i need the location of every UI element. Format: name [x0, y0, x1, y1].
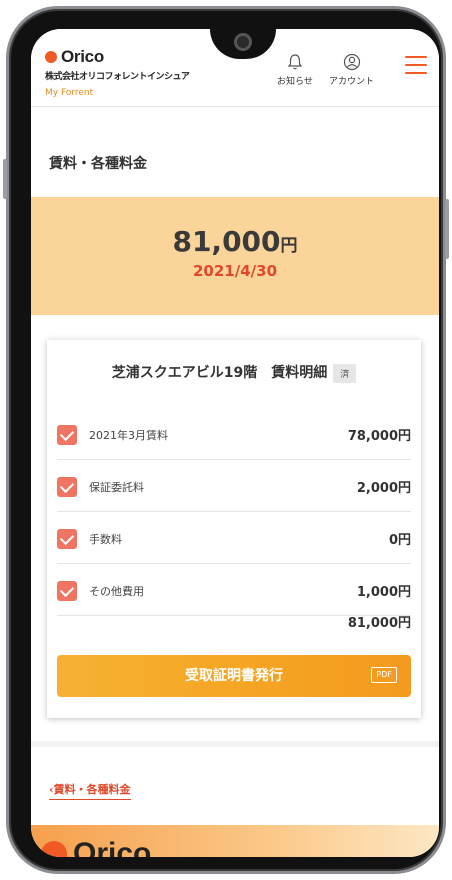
logo-dot: [45, 51, 57, 63]
currency-label: 円: [280, 236, 298, 256]
footer-banner: Orico: [31, 825, 439, 857]
account-button[interactable]: アカウント: [329, 53, 374, 87]
item-value: 2,000円: [356, 481, 411, 496]
issue-button-label: 受取証明書発行: [185, 668, 283, 684]
item-value: 78,000円: [347, 429, 411, 444]
account-icon: [343, 53, 360, 71]
bell-icon: [287, 54, 303, 70]
account-label: アカウント: [329, 77, 375, 87]
notifications-button[interactable]: お知らせ: [277, 53, 313, 87]
footer-logo: Orico: [41, 837, 151, 857]
item-value: 0円: [388, 533, 411, 548]
phone-frame: Orico 株式会社オリコフォレントインシュア My Forrent お知らせ: [3, 6, 449, 874]
back-link[interactable]: ‹賃料・各種料金: [49, 781, 131, 800]
camera: [234, 33, 252, 51]
issue-receipt-button[interactable]: 受取証明書発行 PDF: [57, 655, 411, 697]
checkbox-checked-icon[interactable]: [57, 425, 77, 445]
section-divider: [31, 741, 439, 747]
notifications-label: お知らせ: [277, 77, 313, 87]
footer-logo-word: Orico: [73, 837, 152, 857]
list-item: 保証委託料 2,000円: [57, 462, 411, 512]
total-value: 81,000円: [347, 616, 411, 631]
payment-summary: 81,000円 2021/4/30: [31, 197, 439, 315]
property-title: 芝浦スクエアビル19階 賃料明細: [111, 365, 328, 381]
item-label: 保証委託料: [89, 481, 144, 494]
list-item: その他費用 1,000円: [57, 566, 411, 616]
amount-value: 81,000: [172, 225, 281, 258]
status-badge: 済: [333, 363, 357, 383]
checkbox-checked-icon[interactable]: [57, 581, 77, 601]
volume-button: [3, 159, 7, 199]
list-item: 手数料 0円: [57, 514, 411, 564]
item-value: 1,000円: [356, 585, 411, 600]
hamburger-menu-icon[interactable]: [405, 56, 427, 74]
checkbox-checked-icon[interactable]: [57, 477, 77, 497]
item-label: 手数料: [89, 533, 122, 546]
screen: Orico 株式会社オリコフォレントインシュア My Forrent お知らせ: [31, 29, 439, 857]
footer-logo-dot: [41, 841, 67, 857]
list-item: 2021年3月賃料 78,000円: [57, 410, 411, 460]
item-label: その他費用: [89, 585, 144, 598]
company-name: 株式会社オリコフォレントインシュア: [45, 72, 190, 82]
due-date: 2021/4/30: [192, 262, 278, 280]
checkbox-checked-icon[interactable]: [57, 529, 77, 549]
app-subtitle: My Forrent: [45, 88, 94, 98]
item-label: 2021年3月賃料: [89, 429, 168, 442]
logo-word: Orico: [61, 47, 104, 66]
pdf-tag: PDF: [371, 667, 397, 683]
card-title: 芝浦スクエアビル19階 賃料明細済: [47, 362, 421, 383]
rent-detail-card: 芝浦スクエアビル19階 賃料明細済 2021年3月賃料 78,000円 保証委託…: [47, 340, 421, 718]
brand-logo[interactable]: Orico 株式会社オリコフォレントインシュア My Forrent: [45, 47, 190, 98]
page-title: 賃料・各種料金: [49, 156, 147, 172]
total-amount: 81,000円: [31, 225, 439, 258]
power-button: [445, 199, 449, 259]
